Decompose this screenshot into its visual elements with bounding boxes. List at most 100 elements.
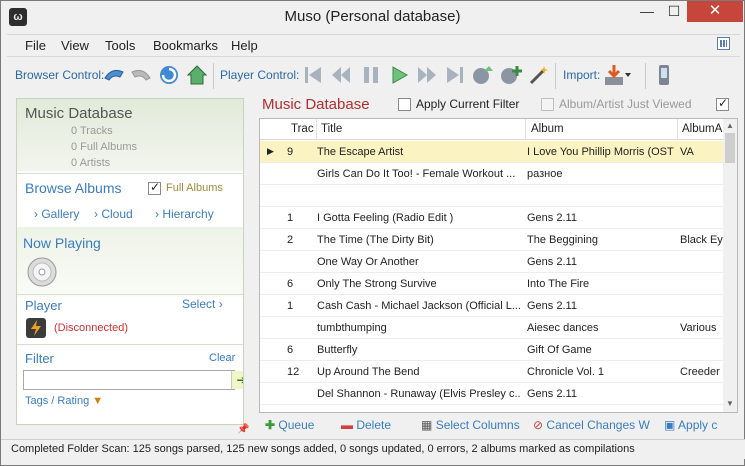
cell-track: 1 xyxy=(287,300,294,312)
cell-title: The Escape Artist xyxy=(317,146,404,158)
delete-button[interactable]: ▬ Delete xyxy=(341,418,391,432)
rewind-icon[interactable] xyxy=(329,63,353,87)
cell-title: Del Shannon - Runaway (Elvis Presley c..… xyxy=(317,388,520,400)
skip-next-icon[interactable] xyxy=(443,63,467,87)
cell-albumartist: Creeder xyxy=(680,366,720,378)
column-track[interactable]: Trac xyxy=(291,123,314,135)
menu-tools[interactable]: Tools xyxy=(105,38,135,53)
column-album[interactable]: Album xyxy=(531,123,564,135)
menu-bookmarks[interactable]: Bookmarks xyxy=(153,38,218,53)
cd-icon xyxy=(27,257,57,287)
browser-forward-icon[interactable] xyxy=(129,63,153,87)
cell-album: Gens 2.11 xyxy=(527,256,577,268)
table-row[interactable]: 6 Only The Strong Survive Into The Fire xyxy=(260,273,723,295)
column-title[interactable]: Title xyxy=(321,123,342,135)
table-row[interactable]: 1 I Gotta Feeling (Radio Edit ) Gens 2.11 xyxy=(260,207,723,229)
fast-forward-icon[interactable] xyxy=(415,63,439,87)
apply-filter-checkbox[interactable] xyxy=(398,98,411,111)
table-row[interactable]: Del Shannon - Runaway (Elvis Presley c..… xyxy=(260,383,723,405)
magic-wand-icon[interactable] xyxy=(527,63,551,87)
now-playing-heading: Now Playing xyxy=(23,235,101,251)
import-dropdown-icon[interactable] xyxy=(603,63,631,87)
hierarchy-link[interactable]: › Hierarchy xyxy=(155,207,214,221)
browse-albums-heading[interactable]: Browse Albums xyxy=(25,180,121,196)
browser-home-icon[interactable] xyxy=(185,63,209,87)
cell-title: The Time (The Dirty Bit) xyxy=(317,234,434,246)
table-row[interactable]: Girls Can Do It Too! - Female Workout ..… xyxy=(260,163,723,185)
table-row[interactable]: 1 Cash Cash - Michael Jackson (Official L… xyxy=(260,295,723,317)
maximize-button[interactable]: ☐ xyxy=(660,1,688,22)
table-row[interactable]: tumbthumping Aiesec dances Various xyxy=(260,317,723,339)
cancel-changes-button[interactable]: ⊘ Cancel Changes W xyxy=(533,418,650,432)
cell-title: One Way Or Another xyxy=(317,256,419,268)
cell-album: Chronicle Vol. 1 xyxy=(527,366,605,378)
filter-heading: Filter xyxy=(25,351,54,366)
full-albums-checkbox[interactable] xyxy=(148,180,161,195)
cell-title: tumbthumping xyxy=(317,322,387,334)
queue-to-player-icon[interactable] xyxy=(499,63,523,87)
cell-album: Aiesec dances xyxy=(527,322,599,334)
cell-album: разное xyxy=(527,168,563,180)
table-row[interactable]: 6 Butterfly Gift Of Game xyxy=(260,339,723,361)
add-icon: ✚ xyxy=(265,418,276,432)
import-label: Import: xyxy=(563,68,601,82)
portable-device-icon[interactable] xyxy=(652,63,676,87)
browser-refresh-icon[interactable] xyxy=(157,63,181,87)
music-database-heading[interactable]: Music Database xyxy=(25,105,133,122)
menu-view[interactable]: View xyxy=(61,38,89,53)
cell-track: 2 xyxy=(287,234,294,246)
cell-album: Gens 2.11 xyxy=(527,212,577,224)
skip-previous-icon[interactable] xyxy=(301,63,325,87)
apply-changes-button[interactable]: ▣ Apply c xyxy=(664,418,717,432)
cell-title: Cash Cash - Michael Jackson (Official L.… xyxy=(317,300,520,312)
table-row[interactable]: One Way Or Another Gens 2.11 xyxy=(260,251,723,273)
pause-icon[interactable] xyxy=(359,63,383,87)
table-row[interactable]: 2 The Time (The Dirty Bit) The Beggining Bl… xyxy=(260,229,723,251)
table-row[interactable] xyxy=(260,185,723,207)
menu-file[interactable]: File xyxy=(25,38,46,53)
browser-back-icon[interactable] xyxy=(102,63,126,87)
status-text: Completed Folder Scan: 125 songs parsed,… xyxy=(11,443,635,455)
player-status: (Disconnected) xyxy=(54,322,128,334)
toolbar: Browser Control: Player Control: Import: xyxy=(7,56,740,92)
cell-album: The Beggining xyxy=(527,234,598,246)
menu-help[interactable]: Help xyxy=(231,38,258,53)
close-button[interactable]: ✕ xyxy=(687,1,743,22)
grid-header: Trac Title Album AlbumA xyxy=(260,119,723,140)
cell-title: Girls Can Do It Too! - Female Workout ..… xyxy=(317,168,516,180)
send-to-player-icon[interactable] xyxy=(471,63,495,87)
gallery-link[interactable]: › Gallery xyxy=(34,207,79,221)
filter-input[interactable] xyxy=(23,370,235,390)
app-window: ω Muso (Personal database) — ☐ ✕ File Vi… xyxy=(0,0,745,466)
filter-go-icon[interactable]: ➔ xyxy=(231,371,243,389)
apply-filter-label: Apply Current Filter xyxy=(416,97,520,111)
full-albums-label: Full Albums xyxy=(166,182,223,194)
table-row[interactable]: 12 Up Around The Bend Chronicle Vol. 1 Cree… xyxy=(260,361,723,383)
play-icon[interactable] xyxy=(387,63,411,87)
queue-button[interactable]: ✚ Queue xyxy=(265,418,314,432)
cell-albumartist: Various xyxy=(680,322,717,334)
album-artist-viewed-label: Album/Artist Just Viewed xyxy=(559,97,692,111)
cloud-link[interactable]: › Cloud xyxy=(94,207,133,221)
table-row[interactable]: ▶ 9 The Escape Artist I Love You Phillip Mo… xyxy=(260,141,723,163)
cell-album: Gift Of Game xyxy=(527,344,592,356)
filter-clear-link[interactable]: Clear xyxy=(209,352,235,364)
filter-bar: Music Database Apply Current Filter Albu… xyxy=(259,94,745,116)
extra-option-checkbox[interactable] xyxy=(716,96,729,111)
cell-album: Into The Fire xyxy=(527,278,590,290)
pin-icon[interactable]: 📌 xyxy=(237,424,249,435)
minimize-button[interactable]: — xyxy=(633,1,661,22)
album-artist-viewed-checkbox[interactable] xyxy=(541,98,554,111)
vertical-scrollbar[interactable]: ▲ ▼ xyxy=(723,119,737,412)
select-columns-button[interactable]: ▦ Select Columns xyxy=(421,418,520,432)
player-select-link[interactable]: Select › xyxy=(182,297,223,311)
sidebar: Music Database 0 Tracks 0 Full Albums 0 … xyxy=(16,98,244,425)
status-bar: Completed Folder Scan: 125 songs parsed,… xyxy=(1,439,745,459)
cell-title: Up Around The Bend xyxy=(317,366,420,378)
layout-grid-icon[interactable] xyxy=(717,37,730,50)
bottom-actions: ✚ Queue ▬ Delete ▦ Select Columns ⊘ Canc… xyxy=(259,413,745,437)
row-pointer-icon: ▶ xyxy=(267,146,274,156)
cell-track: 12 xyxy=(287,366,300,378)
column-album-artist[interactable]: AlbumA xyxy=(682,123,722,135)
tags-rating-link[interactable]: Tags / Rating ▼ xyxy=(25,395,103,407)
